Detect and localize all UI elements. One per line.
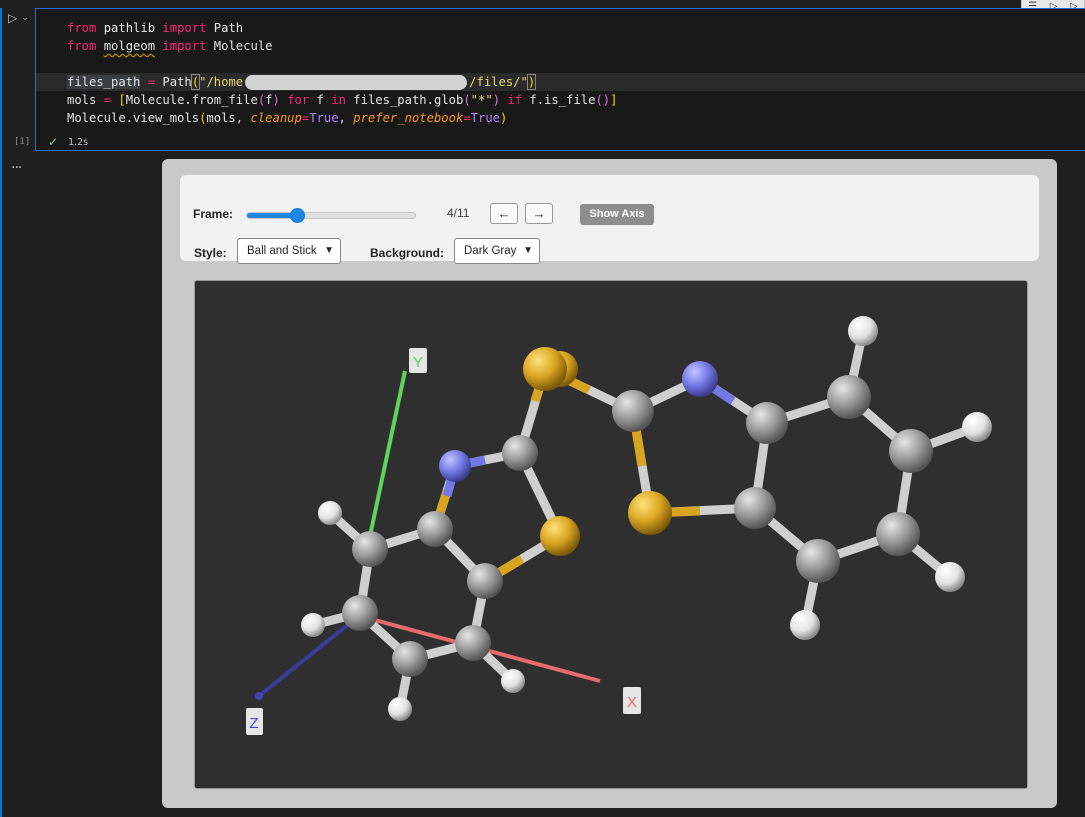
y-axis-line <box>368 370 407 537</box>
molecule-viewer-widget: Frame: 4/11 ← → Show Axis Style: Ball an… <box>162 159 1057 808</box>
frame-slider[interactable] <box>246 208 416 223</box>
z-axis-label: Z <box>246 708 263 735</box>
chevron-down-icon: ▼ <box>324 245 334 256</box>
molecule-render[interactable]: Y X Z <box>195 281 1027 788</box>
keyword-argument: prefer_notebook <box>353 111 464 125</box>
keyword: import <box>162 21 207 35</box>
x-axis-label: X <box>623 687 641 714</box>
chevron-down-icon: ▼ <box>523 245 533 256</box>
play-icon[interactable]: ▷ <box>8 11 17 25</box>
cell-status: ✓ 1.2s <box>48 135 88 149</box>
background-select[interactable]: Dark Gray ▼ <box>454 238 540 264</box>
operator: = <box>103 93 112 107</box>
frame-counter: 4/11 <box>447 206 470 220</box>
svg-text:Y: Y <box>413 354 423 371</box>
code-editor[interactable]: from pathlib import Path from molgeom im… <box>35 8 1085 151</box>
module-name: pathlib <box>103 21 156 35</box>
function-name: Path <box>162 75 192 89</box>
import-name: Molecule <box>213 39 273 53</box>
next-frame-button[interactable]: → <box>525 203 553 224</box>
y-axis-label: Y <box>409 348 427 373</box>
3d-molecule-canvas[interactable]: Y X Z <box>194 280 1028 789</box>
check-icon: ✓ <box>48 135 59 149</box>
sulfur-atoms <box>523 347 672 556</box>
operator: = <box>147 75 156 89</box>
method-call: Molecule.view_mols <box>67 111 200 125</box>
chevron-down-icon[interactable]: ⌄ <box>21 13 29 23</box>
method-call: f.is_file <box>529 93 596 107</box>
keyword: import <box>162 39 207 53</box>
run-cell-button[interactable]: ▷ ⌄ <box>8 10 36 26</box>
literal: True <box>309 111 339 125</box>
style-select-value: Ball and Stick <box>247 245 317 257</box>
keyword-argument: cleanup <box>250 111 302 125</box>
execution-time: 1.2s <box>68 136 89 148</box>
code-line: from pathlib import Path <box>67 19 243 37</box>
keyword: from <box>67 39 97 53</box>
prev-frame-button[interactable]: ← <box>490 203 518 224</box>
variable: mols <box>67 93 97 107</box>
code-line: Molecule.view_mols(mols, cleanup=True, p… <box>67 111 508 125</box>
string-literal: "*" <box>470 93 493 107</box>
keyword: in <box>331 93 346 107</box>
keyword: if <box>507 93 523 107</box>
frame-slider-thumb[interactable] <box>290 208 306 223</box>
module-name: molgeom <box>103 39 156 53</box>
style-label: Style: <box>194 246 227 260</box>
z-axis-endpoint <box>255 692 263 700</box>
svg-text:X: X <box>627 694 637 711</box>
import-name: Path <box>213 21 244 35</box>
execution-count: [1] <box>14 137 31 147</box>
keyword: from <box>67 21 97 35</box>
background-select-value: Dark Gray <box>464 245 517 257</box>
bond-accents <box>430 364 736 585</box>
variable: files_path <box>67 75 141 89</box>
style-select[interactable]: Ball and Stick ▼ <box>237 238 341 264</box>
viewer-controls: Frame: 4/11 ← → Show Axis Style: Ball an… <box>180 175 1039 264</box>
background-label: Background: <box>370 246 445 260</box>
argument: mols <box>206 111 236 125</box>
svg-text:Z: Z <box>249 715 258 732</box>
literal: True <box>470 111 500 125</box>
output-actions-button[interactable]: ... <box>11 156 22 172</box>
string-literal: "/home <box>199 75 244 89</box>
argument: f <box>265 93 273 107</box>
code-line: mols = [Molecule.from_file(f) for f in f… <box>67 93 618 107</box>
redacted-path <box>245 75 468 90</box>
string-literal: /files/" <box>469 75 528 89</box>
method-call: files_path.glob <box>353 93 464 107</box>
variable: f <box>316 93 324 107</box>
frame-label: Frame: <box>193 207 234 221</box>
keyword: for <box>287 93 310 107</box>
show-axis-button[interactable]: Show Axis <box>580 204 654 225</box>
method-call: Molecule.from_file <box>125 93 258 107</box>
cell-focus-bar <box>0 8 2 817</box>
code-line: from molgeom import Molecule <box>67 37 273 55</box>
code-line-active: files_path = Path("/home/files/") <box>36 73 1085 91</box>
